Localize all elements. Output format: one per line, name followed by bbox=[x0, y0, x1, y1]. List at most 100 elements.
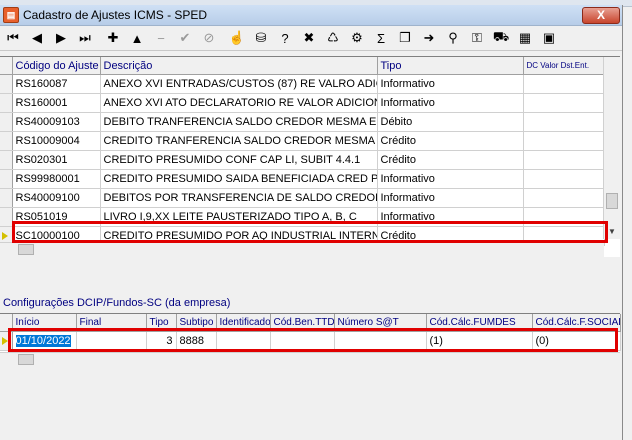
cancel-button[interactable]: ⊘ bbox=[198, 27, 220, 49]
dcip-horizontal-scrollbar[interactable] bbox=[0, 352, 620, 367]
cell-descricao[interactable]: CREDITO TRANFERENCIA SALDO CREDOR MESMA … bbox=[100, 131, 378, 151]
row-indicator bbox=[0, 150, 13, 170]
close-button[interactable]: X bbox=[582, 7, 620, 24]
cell-codigo[interactable]: RS020301 bbox=[12, 150, 101, 170]
row-indicator-header bbox=[0, 314, 13, 332]
last-record-button[interactable]: ⏭ bbox=[74, 27, 96, 49]
cell-descricao[interactable]: DEBITO TRANFERENCIA SALDO CREDOR MESMA E… bbox=[100, 112, 378, 132]
cell-tipo[interactable]: Informativo bbox=[377, 188, 524, 208]
prior-record-button[interactable]: ◀ bbox=[26, 27, 48, 49]
cell-codigo[interactable]: RS10009004 bbox=[12, 131, 101, 151]
cell-descricao[interactable]: DEBITOS POR TRANSFERENCIA DE SALDO CREDO… bbox=[100, 188, 378, 208]
sum-button[interactable]: Σ bbox=[370, 27, 392, 49]
refresh-button[interactable]: ♺ bbox=[322, 27, 344, 49]
grid1-vscroll-thumb[interactable] bbox=[606, 193, 618, 209]
table-row[interactable]: RS020301 CREDITO PRESUMIDO CONF CAP LI, S… bbox=[0, 150, 605, 170]
column-header-cod-calc-fumdes[interactable]: Cód.Cálc.FUMDES bbox=[426, 314, 533, 332]
tools-button[interactable]: ⚙ bbox=[346, 27, 368, 49]
cell-dc-valor[interactable] bbox=[523, 188, 605, 208]
column-header-final[interactable]: Final bbox=[76, 314, 147, 332]
dcip-hscroll-thumb[interactable] bbox=[18, 354, 34, 365]
table-row[interactable]: RS160087 ANEXO XVI ENTRADAS/CUSTOS (87) R… bbox=[0, 74, 605, 94]
copy-button[interactable]: ❐ bbox=[394, 27, 416, 49]
cell-descricao[interactable]: ANEXO XVI ATO DECLARATORIO RE VALOR ADIC… bbox=[100, 93, 378, 113]
cell-codigo[interactable]: RS99980001 bbox=[12, 169, 101, 189]
cell-cod-calc-fsocial[interactable]: (0) bbox=[532, 331, 621, 351]
dcip-grid[interactable]: Início Final Tipo Subtipo Identificador … bbox=[0, 313, 621, 367]
cell-tipo[interactable]: 3 bbox=[146, 331, 177, 351]
column-header-dc-valor[interactable]: DC Valor Dst.Ent. bbox=[523, 57, 605, 75]
window-button[interactable]: ▣ bbox=[538, 27, 560, 49]
grid1-hscroll-thumb[interactable] bbox=[18, 244, 34, 255]
table-row[interactable]: RS10009004 CREDITO TRANFERENCIA SALDO CRE… bbox=[0, 131, 605, 151]
cell-tipo[interactable]: Crédito bbox=[377, 131, 524, 151]
cell-descricao[interactable]: ANEXO XVI ENTRADAS/CUSTOS (87) RE VALRO … bbox=[100, 74, 378, 94]
cell-descricao[interactable]: CREDITO PRESUMIDO CONF CAP LI, SUBIT 4.4… bbox=[100, 150, 378, 170]
column-header-tipo[interactable]: Tipo bbox=[377, 57, 524, 75]
cell-inicio[interactable]: 01/10/2022 bbox=[12, 331, 77, 351]
cell-dc-valor[interactable] bbox=[523, 169, 605, 189]
filter-button[interactable]: ⛁ bbox=[250, 27, 272, 49]
column-header-cod-ben-ttd[interactable]: Cód.Ben.TTD bbox=[270, 314, 335, 332]
column-header-inicio[interactable]: Início bbox=[12, 314, 77, 332]
cell-codigo[interactable]: RS40009100 bbox=[12, 188, 101, 208]
table-row[interactable]: RS40009100 DEBITOS POR TRANSFERENCIA DE S… bbox=[0, 188, 605, 208]
vehicle-button[interactable]: ⛟ bbox=[490, 27, 512, 49]
cell-dc-valor[interactable] bbox=[523, 74, 605, 94]
cell-dc-valor[interactable] bbox=[523, 207, 605, 227]
scroll-down-arrow-icon[interactable]: ▼ bbox=[608, 227, 616, 236]
edit-button[interactable]: ▲ bbox=[126, 27, 148, 49]
column-header-identificador[interactable]: Identificador bbox=[216, 314, 271, 332]
cell-codigo[interactable]: RS160001 bbox=[12, 93, 101, 113]
cell-tipo[interactable]: Débito bbox=[377, 112, 524, 132]
table-row[interactable]: RS160001 ANEXO XVI ATO DECLARATORIO RE VA… bbox=[0, 93, 605, 113]
column-header-subtipo[interactable]: Subtipo bbox=[176, 314, 217, 332]
cell-final[interactable] bbox=[76, 331, 147, 351]
next-record-button[interactable]: ▶ bbox=[50, 27, 72, 49]
export-button[interactable]: ➜ bbox=[418, 27, 440, 49]
cell-tipo[interactable]: Informativo bbox=[377, 169, 524, 189]
grid1-vertical-scrollbar[interactable]: ▼ bbox=[603, 57, 620, 239]
keys-button[interactable]: ⚿ bbox=[466, 27, 488, 49]
cell-descricao[interactable]: CREDITO PRESUMIDO SAIDA BENEFICIADA CRED… bbox=[100, 169, 378, 189]
cell-subtipo[interactable]: 8888 bbox=[176, 331, 217, 351]
table-row[interactable]: RS99980001 CREDITO PRESUMIDO SAIDA BENEFI… bbox=[0, 169, 605, 189]
hand-button[interactable]: ☝ bbox=[226, 27, 248, 49]
first-record-button[interactable]: ⏮ bbox=[2, 27, 24, 49]
cell-codigo[interactable]: RS051019 bbox=[12, 207, 101, 227]
column-header-cod-calc-fsocial[interactable]: Cód.Cálc.F.SOCIAL bbox=[532, 314, 621, 332]
cell-tipo[interactable]: Informativo bbox=[377, 74, 524, 94]
cell-dc-valor[interactable] bbox=[523, 131, 605, 151]
cell-identificador[interactable] bbox=[216, 331, 271, 351]
table-row[interactable]: 01/10/2022 3 8888 (1) (0) bbox=[0, 331, 621, 351]
cell-tipo[interactable]: Informativo bbox=[377, 207, 524, 227]
calendar-button[interactable]: ▦ bbox=[514, 27, 536, 49]
insert-button[interactable]: ✚ bbox=[102, 27, 124, 49]
ajustes-grid[interactable]: Código do Ajuste Descrição Tipo DC Valor… bbox=[0, 56, 620, 257]
cell-cod-ben-ttd[interactable] bbox=[270, 331, 335, 351]
cell-numero-sat[interactable] bbox=[334, 331, 427, 351]
grid1-horizontal-scrollbar[interactable] bbox=[0, 242, 604, 257]
cell-codigo[interactable]: RS40009103 bbox=[12, 112, 101, 132]
column-header-descricao[interactable]: Descrição bbox=[100, 57, 378, 75]
delete-button[interactable]: − bbox=[150, 27, 172, 49]
colors-button[interactable]: ✖ bbox=[298, 27, 320, 49]
cell-codigo[interactable]: RS160087 bbox=[12, 74, 101, 94]
cell-cod-calc-fumdes[interactable]: (1) bbox=[426, 331, 533, 351]
cell-dc-valor[interactable] bbox=[523, 93, 605, 113]
selected-cell-value[interactable]: 01/10/2022 bbox=[15, 335, 71, 347]
cell-dc-valor[interactable] bbox=[523, 150, 605, 170]
find-button[interactable]: ⚲ bbox=[442, 27, 464, 49]
column-header-codigo[interactable]: Código do Ajuste bbox=[12, 57, 101, 75]
column-header-numero-sat[interactable]: Número S@T bbox=[334, 314, 427, 332]
table-row[interactable]: RS40009103 DEBITO TRANFERENCIA SALDO CRED… bbox=[0, 112, 605, 132]
search-button[interactable]: ? bbox=[274, 27, 296, 49]
cell-tipo[interactable]: Informativo bbox=[377, 93, 524, 113]
table-row[interactable]: RS051019 LIVRO I,9,XX LEITE PAUSTERIZADO … bbox=[0, 207, 605, 227]
cell-dc-valor[interactable] bbox=[523, 112, 605, 132]
cell-descricao[interactable]: LIVRO I,9,XX LEITE PAUSTERIZADO TIPO A, … bbox=[100, 207, 378, 227]
row-indicator bbox=[0, 93, 13, 113]
post-button[interactable]: ✔ bbox=[174, 27, 196, 49]
column-header-tipo[interactable]: Tipo bbox=[146, 314, 177, 332]
cell-tipo[interactable]: Crédito bbox=[377, 150, 524, 170]
